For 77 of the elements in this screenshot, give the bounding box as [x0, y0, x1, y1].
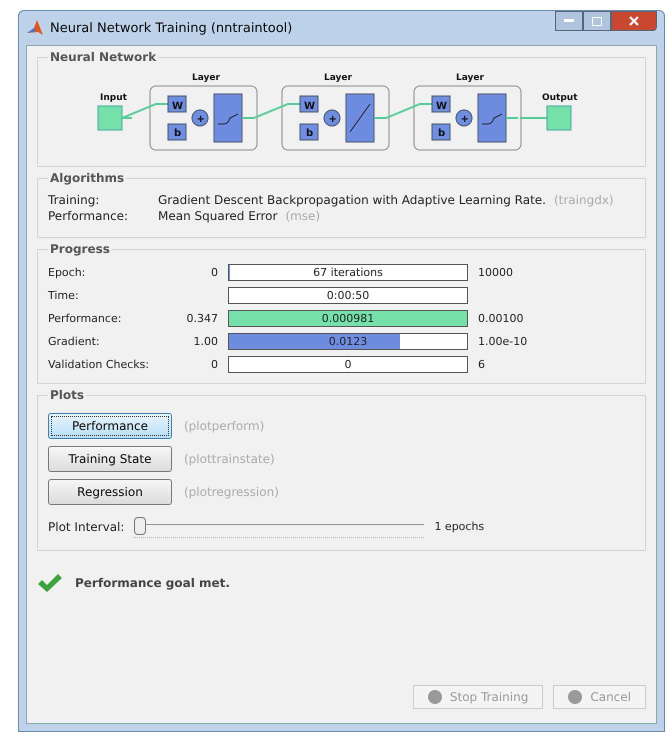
target-value: 6	[478, 358, 485, 371]
layer-label: Layer	[324, 73, 352, 83]
minimize-icon	[564, 19, 574, 23]
start-value: 0.347	[186, 312, 218, 325]
sum-node	[455, 110, 472, 126]
panel-title: Progress	[49, 242, 111, 256]
weight-symbol: W	[172, 101, 183, 112]
start-value: 1.00	[194, 335, 218, 348]
interval-value: 1 epochs	[434, 520, 484, 533]
output-label: Output	[542, 93, 578, 103]
function-code: (traingdx)	[554, 193, 614, 207]
peak-logo-icon	[26, 19, 44, 37]
input-label: Input	[100, 93, 126, 103]
connector-line	[520, 117, 546, 119]
transfer-function-icon	[345, 94, 374, 142]
sum-symbol: +	[460, 114, 468, 125]
bias-symbol: b	[306, 128, 313, 139]
field-label: Gradient:	[48, 335, 101, 348]
sum-symbol: +	[328, 114, 336, 125]
input-node	[97, 106, 122, 130]
plot-button[interactable]: Regression	[48, 479, 172, 505]
progress-reading: 0.0123	[328, 334, 368, 349]
target-value: 0.00100	[478, 312, 524, 325]
bias-node	[167, 124, 186, 140]
algorithm-name: Mean Squared Error	[158, 209, 278, 223]
field-label: Time:	[48, 289, 80, 302]
layer-label: Layer	[456, 73, 484, 83]
window-title: Neural Network Training (nntraintool)	[50, 20, 292, 36]
target-value: 1.00e-10	[478, 335, 528, 348]
weight-node	[167, 96, 186, 112]
maximize-button[interactable]	[583, 11, 611, 31]
status-message: Performance goal met.	[75, 576, 230, 590]
start-value: 0	[211, 266, 218, 279]
panel-title: Plots	[49, 388, 86, 402]
connector-line	[506, 117, 518, 119]
function-code: (mse)	[285, 209, 320, 223]
bias-node	[299, 124, 318, 140]
close-icon	[629, 16, 639, 26]
close-button[interactable]	[611, 11, 657, 31]
transfer-function-icon	[477, 94, 506, 142]
progress-reading: 0.000981	[320, 311, 376, 326]
field-label: Performance:	[48, 209, 130, 223]
bias-node	[431, 124, 450, 140]
algorithm-name: Gradient Descent Backpropagation with Adaptive Learning Rate.	[158, 193, 546, 207]
function-code: (plotperform)	[184, 419, 264, 433]
field-label: Plot Interval:	[48, 520, 124, 534]
panel-title: Neural Network	[49, 50, 158, 64]
progress-reading: 67 iterations	[312, 265, 384, 280]
weight-symbol: W	[436, 101, 447, 112]
weight-node	[431, 96, 450, 112]
start-value: 0	[211, 358, 218, 371]
transfer-function-icon	[213, 94, 242, 142]
function-code: (plottrainstate)	[184, 452, 275, 466]
field-label: Performance:	[48, 312, 122, 325]
weight-symbol: W	[304, 101, 315, 112]
field-label: Epoch:	[48, 266, 86, 279]
function-code: (plotregression)	[184, 485, 279, 499]
field-label: Validation Checks:	[48, 358, 150, 371]
checkmark-icon	[37, 573, 63, 593]
plot-button[interactable]: Performance	[48, 413, 172, 439]
slider-thumb[interactable]	[134, 517, 146, 535]
weight-node	[299, 96, 318, 112]
output-node	[546, 106, 571, 130]
sum-node	[191, 110, 208, 126]
target-value: 10000	[478, 266, 513, 279]
minimize-button[interactable]	[555, 11, 583, 31]
field-label: Training:	[48, 193, 100, 207]
progress-reading: 0:00:50	[326, 288, 370, 303]
plot-button[interactable]: Training State	[48, 446, 172, 472]
bias-symbol: b	[174, 128, 181, 139]
layer-label: Layer	[192, 73, 220, 83]
progress-reading: 0	[344, 357, 352, 372]
panel-title: Algorithms	[49, 171, 126, 185]
sum-node	[323, 110, 340, 126]
maximize-icon	[592, 16, 602, 26]
bias-symbol: b	[438, 128, 445, 139]
sum-symbol: +	[196, 114, 204, 125]
